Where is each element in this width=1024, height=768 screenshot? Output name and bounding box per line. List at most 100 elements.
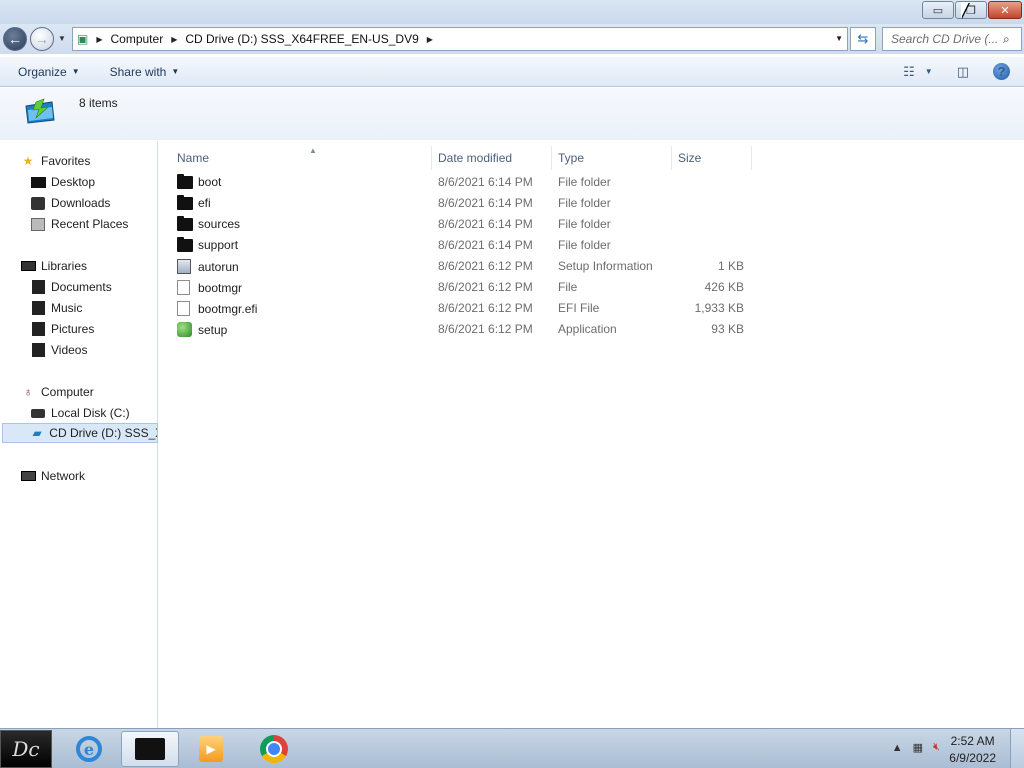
details-header: 8 items bbox=[0, 88, 1024, 140]
nav-item-label: Downloads bbox=[51, 196, 111, 210]
system-clock[interactable]: 2:52 AM 6/9/2022 bbox=[949, 733, 996, 767]
column-header-label: Name bbox=[177, 151, 210, 165]
address-bar[interactable]: ▣ ▶ Computer ▶ CD Drive (D:) SSS_X64FREE… bbox=[72, 27, 848, 51]
recent-pages-dropdown[interactable]: ▼ bbox=[58, 34, 66, 43]
command-toolbar: Organize ▼ Share with ▼ ☷ ▼ ◫ ? bbox=[0, 57, 1024, 87]
chevron-down-icon: ▼ bbox=[71, 67, 80, 76]
media-player-icon: ▶ bbox=[199, 736, 223, 762]
taskbar-app-media-player[interactable]: ▶ bbox=[182, 731, 240, 767]
column-header-date-modified[interactable]: Date modified bbox=[432, 146, 552, 170]
file-row-autorun[interactable]: autorun 8/6/2021 6:12 PM Setup Informati… bbox=[171, 256, 751, 277]
setup-information-icon bbox=[177, 259, 191, 274]
column-header-type[interactable]: Type bbox=[552, 146, 672, 170]
nav-computer[interactable]: ♁ Computer bbox=[20, 382, 94, 402]
file-date: 8/6/2021 6:12 PM bbox=[438, 301, 533, 315]
nav-item-label: Documents bbox=[51, 280, 112, 294]
star-icon: ★ bbox=[22, 154, 34, 168]
file-name: bootmgr bbox=[198, 280, 243, 295]
file-row-bootmgr[interactable]: bootmgr 8/6/2021 6:12 PM File 426 KB bbox=[171, 277, 751, 298]
nav-item-desktop[interactable]: Desktop bbox=[30, 172, 95, 192]
music-icon bbox=[30, 301, 46, 315]
breadcrumb-computer[interactable]: Computer bbox=[111, 32, 164, 46]
file-row-setup[interactable]: setup 8/6/2021 6:12 PM Application 93 KB bbox=[171, 319, 751, 340]
network-status-icon[interactable]: ▦ bbox=[913, 741, 923, 754]
nav-item-recent-places[interactable]: Recent Places bbox=[30, 214, 128, 234]
nav-item-pictures[interactable]: Pictures bbox=[30, 319, 94, 339]
drive-small-icon: ▣ bbox=[77, 32, 89, 46]
file-date: 8/6/2021 6:14 PM bbox=[438, 217, 533, 231]
file-row-support[interactable]: support 8/6/2021 6:14 PM File folder bbox=[171, 235, 751, 256]
nav-libraries-label: Libraries bbox=[41, 259, 88, 273]
nav-network[interactable]: Network bbox=[20, 466, 85, 486]
taskbar-app-windows-explorer[interactable] bbox=[121, 731, 179, 767]
window-controls: ▭ ❐ ✕ bbox=[921, 1, 1022, 19]
taskbar-app-internet-explorer[interactable]: e bbox=[60, 731, 118, 767]
nav-item-music[interactable]: Music bbox=[30, 298, 82, 318]
nav-item-label: CD Drive (D:) SSS_X6 bbox=[49, 426, 157, 440]
minimize-button[interactable]: ▭ bbox=[922, 1, 954, 19]
nav-libraries[interactable]: Libraries bbox=[20, 256, 87, 276]
search-icon[interactable]: ⌕ bbox=[1003, 32, 1010, 47]
view-controls: ☷ ▼ ◫ ? bbox=[887, 63, 1010, 80]
file-row-bootmgr-efi[interactable]: bootmgr.efi 8/6/2021 6:12 PM EFI File 1,… bbox=[171, 298, 751, 319]
nav-item-local-disk[interactable]: Local Disk (C:) bbox=[30, 403, 130, 423]
breadcrumb-chevron-icon[interactable]: ▶ bbox=[96, 35, 102, 44]
documents-icon bbox=[30, 280, 46, 294]
show-hidden-icons-icon[interactable]: ▲ bbox=[892, 742, 903, 754]
volume-muted-icon[interactable]: 🔇︎ bbox=[933, 741, 940, 754]
desktop-icon bbox=[30, 175, 46, 189]
breadcrumb-chevron-icon[interactable]: ▶ bbox=[171, 35, 177, 44]
close-button[interactable]: ✕ bbox=[988, 1, 1022, 19]
nav-item-videos[interactable]: Videos bbox=[30, 340, 87, 360]
nav-favorites-label: Favorites bbox=[41, 154, 91, 168]
nav-item-label: Desktop bbox=[51, 175, 96, 189]
file-type: Setup Information bbox=[558, 259, 653, 273]
file-icon bbox=[177, 280, 190, 295]
file-row-sources[interactable]: sources 8/6/2021 6:14 PM File folder bbox=[171, 214, 751, 235]
nav-item-documents[interactable]: Documents bbox=[30, 277, 112, 297]
taskbar-app-google-chrome[interactable] bbox=[245, 731, 303, 767]
preview-pane-icon[interactable]: ◫ bbox=[957, 64, 969, 80]
forward-button[interactable]: → bbox=[30, 27, 54, 51]
folder-icon bbox=[177, 194, 193, 210]
change-view-icon[interactable]: ☷ bbox=[903, 64, 915, 80]
file-name-cell: efi bbox=[177, 194, 211, 210]
view-options-dropdown-icon[interactable]: ▼ bbox=[925, 67, 933, 76]
item-count: 8 items bbox=[79, 96, 118, 110]
nav-item-downloads[interactable]: Downloads bbox=[30, 193, 110, 213]
start-button[interactable]: Dc bbox=[0, 730, 52, 768]
internet-explorer-icon: e bbox=[76, 736, 102, 762]
show-desktop-button[interactable] bbox=[1010, 729, 1024, 768]
back-button[interactable]: ← bbox=[3, 27, 27, 51]
nav-favorites[interactable]: ★ Favorites bbox=[20, 151, 91, 171]
pictures-icon bbox=[30, 322, 46, 336]
refresh-button[interactable]: ⇆ bbox=[850, 27, 876, 51]
breadcrumb-chevron-icon[interactable]: ▶ bbox=[427, 35, 433, 44]
file-name: bootmgr.efi bbox=[198, 301, 258, 316]
nav-network-label: Network bbox=[41, 469, 86, 483]
search-box[interactable]: ⌕ bbox=[882, 27, 1022, 51]
column-header-name[interactable]: Name ▲ bbox=[171, 146, 432, 170]
column-header-label: Type bbox=[558, 151, 585, 165]
nav-item-label: Pictures bbox=[51, 322, 95, 336]
cd-drive-large-icon bbox=[25, 98, 55, 124]
nav-item-cd-drive[interactable]: ▰ CD Drive (D:) SSS_X6 bbox=[2, 423, 158, 443]
local-disk-icon bbox=[30, 406, 46, 420]
file-type: File folder bbox=[558, 238, 611, 252]
file-name-cell: support bbox=[177, 236, 238, 252]
computer-icon: ♁ bbox=[23, 385, 33, 399]
search-input[interactable] bbox=[891, 32, 1003, 46]
file-row-boot[interactable]: boot 8/6/2021 6:14 PM File folder bbox=[171, 172, 751, 193]
organize-button[interactable]: Organize ▼ bbox=[18, 65, 80, 79]
column-header-size[interactable]: Size bbox=[672, 146, 752, 170]
nav-item-label: Recent Places bbox=[51, 217, 129, 231]
system-tray: ▲ ▦ 🔇︎ bbox=[882, 741, 940, 754]
breadcrumb-cd-drive[interactable]: CD Drive (D:) SSS_X64FREE_EN-US_DV9 bbox=[185, 32, 418, 46]
file-name-cell: bootmgr bbox=[177, 280, 242, 295]
share-with-button[interactable]: Share with ▼ bbox=[110, 65, 180, 79]
file-type: File folder bbox=[558, 217, 611, 231]
file-row-efi[interactable]: efi 8/6/2021 6:14 PM File folder bbox=[171, 193, 751, 214]
help-icon[interactable]: ? bbox=[993, 63, 1010, 80]
address-dropdown-icon[interactable]: ▼ bbox=[835, 34, 843, 43]
maximize-button[interactable]: ❐ bbox=[955, 1, 987, 19]
